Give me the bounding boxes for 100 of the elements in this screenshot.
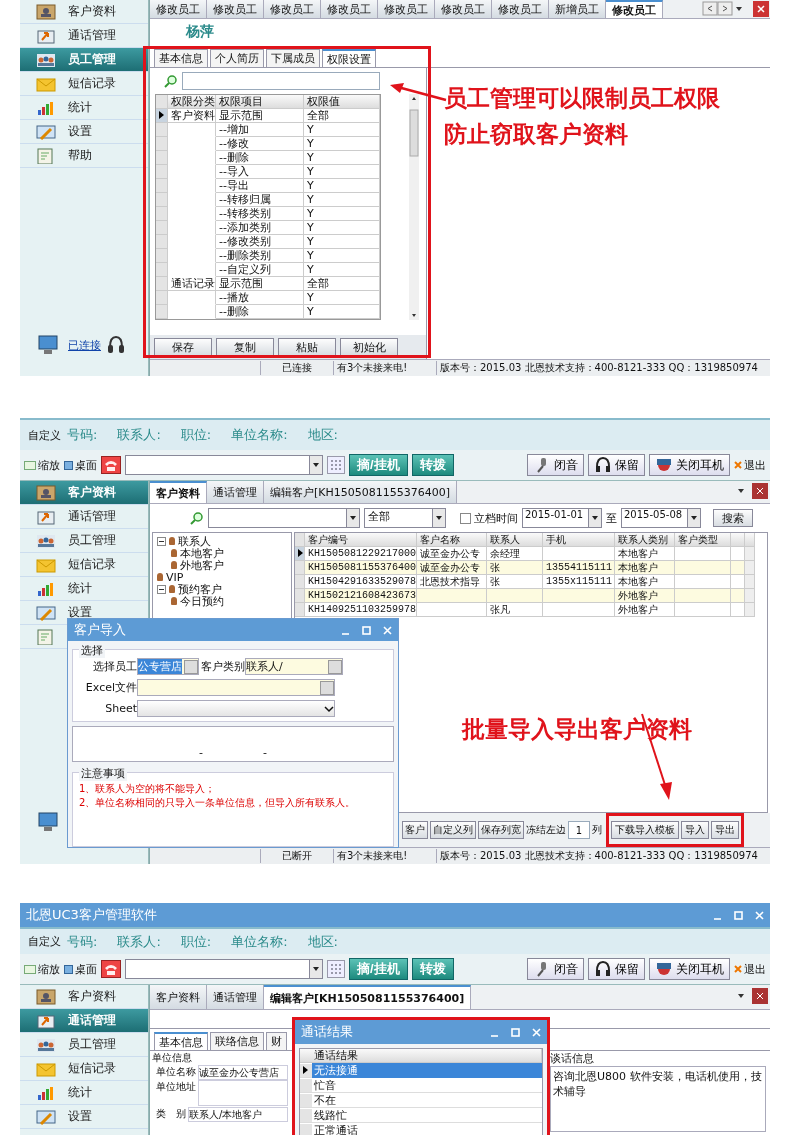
employee-field[interactable]: 公专营店 [137, 658, 199, 675]
tab[interactable]: 下属成员 [266, 49, 320, 67]
action-button[interactable]: 粘贴 [278, 338, 336, 356]
tab[interactable]: 修改员工 [264, 0, 321, 18]
column-header[interactable]: 联系人类别 [615, 533, 675, 547]
import-export-button[interactable]: 下载导入模板 [611, 821, 679, 839]
column-header[interactable]: 客户编号 [305, 533, 417, 547]
scrollbar[interactable] [745, 589, 755, 603]
row-header[interactable] [156, 109, 168, 123]
sidebar-item[interactable]: 通话管理 [20, 1009, 148, 1033]
action-button[interactable]: 初始化 [340, 338, 398, 356]
tab[interactable]: 新增员工 [549, 0, 606, 18]
import-export-button[interactable]: 导出 [711, 821, 739, 839]
tab[interactable]: 客户资料 [150, 481, 207, 503]
close-icon[interactable] [736, 985, 770, 1007]
tab[interactable]: 基本信息 [154, 1032, 208, 1050]
close-icon[interactable] [532, 1027, 541, 1037]
tree-item[interactable]: VIP [166, 570, 184, 584]
tab[interactable]: 修改员工 [321, 0, 378, 18]
column-header[interactable]: 客户名称 [417, 533, 487, 547]
text-field[interactable] [198, 1080, 288, 1106]
column-header[interactable]: 权限项目 [216, 95, 304, 109]
tab[interactable]: 个人简历 [210, 49, 264, 67]
tab[interactable]: 基本信息 [154, 49, 208, 67]
tab[interactable]: 修改员工 [492, 0, 549, 18]
column-header[interactable]: 通话结果 [300, 1049, 542, 1063]
close-icon[interactable] [736, 481, 770, 501]
tab[interactable]: 通话管理 [207, 481, 264, 503]
tab[interactable]: 编辑客户[KH1505081155376400] [264, 985, 472, 1009]
zoom-toggle[interactable]: 缩放 [24, 961, 60, 977]
telephone-icon[interactable] [101, 960, 121, 978]
tab[interactable]: 修改员工 [606, 0, 663, 18]
scrollbar[interactable] [745, 575, 755, 589]
row-header[interactable] [300, 1063, 312, 1077]
sidebar-item[interactable]: 短信记录 [20, 553, 148, 577]
list-item[interactable]: 正常通话 [312, 1122, 542, 1135]
sidebar-item[interactable]: 客户资料 [20, 0, 148, 24]
sidebar-item[interactable]: 通话管理 [20, 505, 148, 529]
text-field[interactable]: 诚至金办公专营店 [198, 1065, 288, 1080]
tab[interactable]: 编辑客户[KH1505081155376400] [264, 481, 458, 503]
tab[interactable]: 修改员工 [207, 0, 264, 18]
tab[interactable]: 通话管理 [207, 985, 264, 1009]
sidebar-item[interactable]: 设置 [20, 1105, 148, 1129]
scope-dropdown[interactable]: 全部 [364, 508, 446, 528]
tool-button[interactable]: 关闭耳机 [649, 454, 730, 476]
sidebar-item[interactable]: 员工管理 [20, 48, 148, 72]
search-button[interactable]: 搜索 [713, 509, 753, 527]
scrollbar[interactable] [409, 94, 419, 320]
search-field[interactable] [208, 508, 360, 528]
tab[interactable]: 修改员工 [378, 0, 435, 18]
close-icon[interactable] [755, 910, 764, 920]
exit-button[interactable]: 退出 [734, 457, 766, 473]
date-field[interactable]: 2015-01-01 [522, 508, 602, 528]
row-header[interactable] [295, 547, 305, 561]
sidebar-item[interactable]: 短信记录 [20, 72, 148, 96]
desktop-toggle[interactable]: 桌面 [64, 457, 97, 473]
sheet-dropdown[interactable] [137, 700, 335, 717]
import-export-button[interactable]: 导入 [681, 821, 709, 839]
tab[interactable]: 权限设置 [322, 49, 376, 67]
keypad-icon[interactable] [327, 456, 345, 474]
zoom-toggle[interactable]: 缩放 [24, 457, 60, 473]
tab[interactable]: 财 [266, 1032, 287, 1050]
maximize-icon[interactable] [734, 910, 743, 920]
sidebar-item[interactable]: 帮助 [20, 144, 148, 168]
tree-item[interactable]: 预约客户 [178, 581, 222, 597]
tab[interactable]: 修改员工 [435, 0, 492, 18]
connection-status[interactable]: 已连接 [68, 337, 101, 353]
close-icon[interactable] [752, 0, 770, 18]
maximize-icon[interactable] [511, 1027, 520, 1037]
number-field[interactable] [125, 455, 323, 475]
date-checkbox[interactable]: 立档时间 [460, 510, 518, 526]
telephone-icon[interactable] [101, 456, 121, 474]
list-item[interactable]: 线路忙 [312, 1107, 542, 1123]
sidebar-item[interactable]: 员工管理 [20, 1033, 148, 1057]
keypad-icon[interactable] [327, 960, 345, 978]
tool-button[interactable]: 闭音 [527, 454, 584, 476]
sidebar-item[interactable]: 统计 [20, 1081, 148, 1105]
file-field[interactable] [137, 679, 335, 696]
scrollbar[interactable] [745, 561, 755, 575]
desktop-toggle[interactable]: 桌面 [64, 961, 97, 977]
sidebar-item[interactable]: 统计 [20, 577, 148, 601]
type-field[interactable]: 联系人/ [245, 658, 343, 675]
close-icon[interactable] [383, 625, 392, 635]
action-button[interactable]: 保存 [154, 338, 212, 356]
tab[interactable]: 客户资料 [150, 985, 207, 1009]
sidebar-item[interactable]: 设置 [20, 120, 148, 144]
tool-button[interactable]: 保留 [588, 958, 645, 980]
column-header[interactable]: 权限值 [304, 95, 380, 109]
grid-button[interactable]: 保存列宽 [478, 821, 524, 839]
grid-button[interactable]: 客户 [402, 821, 428, 839]
tool-button[interactable]: 关闭耳机 [649, 958, 730, 980]
list-item[interactable]: 忙音 [312, 1077, 542, 1093]
search-field[interactable] [182, 72, 380, 90]
tab[interactable]: 联络信息 [210, 1032, 264, 1050]
tool-button[interactable]: 闭音 [527, 958, 584, 980]
action-button[interactable]: 复制 [216, 338, 274, 356]
talk-notes-field[interactable]: 咨询北恩U800 软件安装，电话机使用，技术辅导 [550, 1066, 766, 1132]
sidebar-item[interactable]: 员工管理 [20, 529, 148, 553]
sidebar-item[interactable]: 客户资料 [20, 481, 148, 505]
column-header[interactable] [731, 533, 745, 547]
